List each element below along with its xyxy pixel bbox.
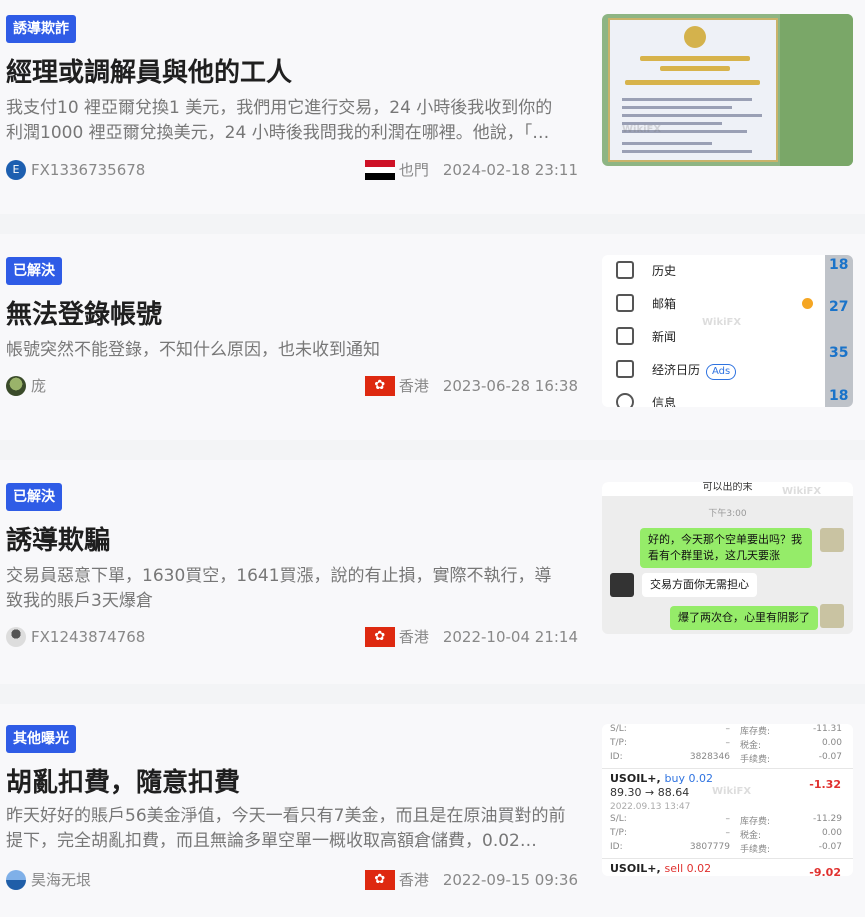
post-tag[interactable]: 已解決	[6, 483, 62, 511]
post-meta: 昊海无垠 ✿ 香港 2022-09-15 09:36	[6, 869, 578, 891]
post-thumbnail[interactable]: 18 27 35 18 历史 邮箱 新闻 经济日历 Ads 信息 WikiFX	[602, 255, 853, 407]
post-description: 我支付10 裡亞爾兌換1 美元，我們用它進行交易，24 小時後我收到你的利潤10…	[6, 98, 553, 143]
post-tag[interactable]: 已解決	[6, 257, 62, 285]
post-meta: 庞 ✿ 香港 2023-06-28 16:38	[6, 375, 578, 397]
trade-profit-loss: -1.32	[809, 778, 841, 791]
yemen-flag-icon	[364, 160, 395, 180]
menu-item-label: 历史	[652, 264, 677, 278]
post-card[interactable]: 已解決 誘導欺騙 交易員惡意下單，1630買空，1641買漲，說的有止損，實際不…	[0, 460, 865, 684]
trade-symbol: USOIL+,	[610, 862, 661, 875]
post-card[interactable]: 誘導欺詐 經理或調解員與他的工人 我支付10 裡亞爾兌換1 美元，我們用它進行交…	[0, 0, 865, 214]
post-datetime: 2022-09-15 09:36	[442, 871, 578, 889]
menu-item-label: 经济日历	[652, 363, 701, 377]
menu-item-label: 信息	[652, 396, 677, 407]
region-label: 香港	[398, 871, 429, 889]
post-tag[interactable]: 誘導欺詐	[6, 15, 76, 43]
author-name[interactable]: FX1336735678	[31, 160, 145, 180]
avatar[interactable]	[6, 870, 26, 890]
post-description: 交易員惡意下單，1630買空，1641買漲，說的有止損，實際不執行，導致我的賬戶…	[6, 566, 552, 611]
post-description: 帳號突然不能登錄，不知什么原因，也未收到通知	[6, 340, 380, 360]
trade-side: sell 0.02	[664, 862, 712, 875]
avatar[interactable]	[6, 376, 26, 396]
hong-kong-flag-icon: ✿	[364, 627, 395, 647]
news-icon	[616, 327, 634, 345]
trade-prices: 89.30 → 88.64	[610, 786, 690, 799]
avatar[interactable]: E	[6, 160, 26, 180]
side-number: 27	[829, 299, 849, 315]
post-meta: FX1243874768 ✿ 香港 2022-10-04 21:14	[6, 626, 578, 648]
hong-kong-flag-icon: ✿	[364, 870, 395, 890]
certificate-image	[608, 18, 778, 162]
post-tag[interactable]: 其他曝光	[6, 725, 76, 753]
hong-kong-flag-icon: ✿	[364, 376, 395, 396]
post-datetime: 2022-10-04 21:14	[442, 628, 578, 646]
post-title[interactable]: 胡亂扣費，隨意扣費	[6, 762, 240, 799]
calendar-icon	[616, 360, 634, 378]
post-title[interactable]: 無法登錄帳號	[6, 294, 162, 331]
menu-item-label: 新闻	[652, 330, 677, 344]
trade-date: 2022.09.13 13:47	[610, 802, 691, 812]
side-number: 35	[829, 345, 849, 361]
menu-item-label: 邮箱	[652, 297, 677, 311]
post-title[interactable]: 經理或調解員與他的工人	[6, 52, 292, 89]
post-datetime: 2023-06-28 16:38	[442, 377, 578, 395]
chat-bubble-sent: 爆了两次仓，心里有阴影了	[670, 606, 818, 630]
region-label: 香港	[398, 628, 429, 646]
trade-profit-loss: -9.02	[809, 866, 841, 876]
watermark: WikiFX	[712, 786, 752, 797]
trade-side: buy 0.02	[664, 772, 713, 785]
avatar[interactable]	[6, 627, 26, 647]
region-label: 香港	[398, 377, 429, 395]
complaint-feed: 誘導欺詐 經理或調解員與他的工人 我支付10 裡亞爾兌換1 美元，我們用它進行交…	[0, 0, 865, 917]
watermark: WikiFX	[782, 486, 822, 497]
region-label: 也門	[398, 161, 429, 179]
post-datetime: 2024-02-18 23:11	[442, 161, 578, 179]
post-description: 昨天好好的賬戶56美金淨值，今天一看只有7美金，而且是在原油買對的前提下，完全胡…	[6, 806, 566, 851]
inbox-icon	[616, 261, 634, 279]
post-thumbnail[interactable]: WikiFX	[602, 14, 853, 166]
post-card[interactable]: 其他曝光 胡亂扣費，隨意扣費 昨天好好的賬戶56美金淨值，今天一看只有7美金，而…	[0, 704, 865, 917]
mail-icon	[616, 294, 634, 312]
ads-badge: Ads	[706, 364, 737, 380]
chat-bubble-sent: 好的，今天那个空单要出吗？我看有个群里说，这几天要涨	[640, 528, 812, 568]
watermark: WikiFX	[702, 317, 742, 328]
notification-dot	[802, 298, 813, 309]
info-icon	[616, 393, 634, 407]
chat-time: 下午3:00	[708, 509, 747, 519]
post-meta: E FX1336735678 也門 2024-02-18 23:11	[6, 159, 578, 181]
chat-bubble-received: 交易方面你无需担心	[642, 573, 757, 597]
avatar	[820, 528, 844, 552]
post-card[interactable]: 已解決 無法登錄帳號 帳號突然不能登錄，不知什么原因，也未收到通知 庞 ✿ 香港 2…	[0, 234, 865, 440]
author-name[interactable]: FX1243874768	[31, 627, 145, 647]
post-thumbnail[interactable]: 可以出的末 下午3:00 好的，今天那个空单要出吗？我看有个群里说，这几天要涨 …	[602, 482, 853, 634]
post-title[interactable]: 誘導欺騙	[6, 520, 110, 557]
avatar	[610, 573, 634, 597]
side-number: 18	[829, 257, 849, 273]
trade-symbol: USOIL+,	[610, 772, 661, 785]
post-thumbnail[interactable]: S/L: – 库存费: -11.31 T/P: – 税金: 0.00 ID: 3828346 手…	[602, 724, 853, 876]
avatar	[820, 604, 844, 628]
author-name[interactable]: 昊海无垠	[31, 870, 91, 890]
watermark: WikiFX	[622, 124, 662, 135]
author-name[interactable]: 庞	[31, 376, 46, 396]
side-number: 18	[829, 388, 849, 404]
